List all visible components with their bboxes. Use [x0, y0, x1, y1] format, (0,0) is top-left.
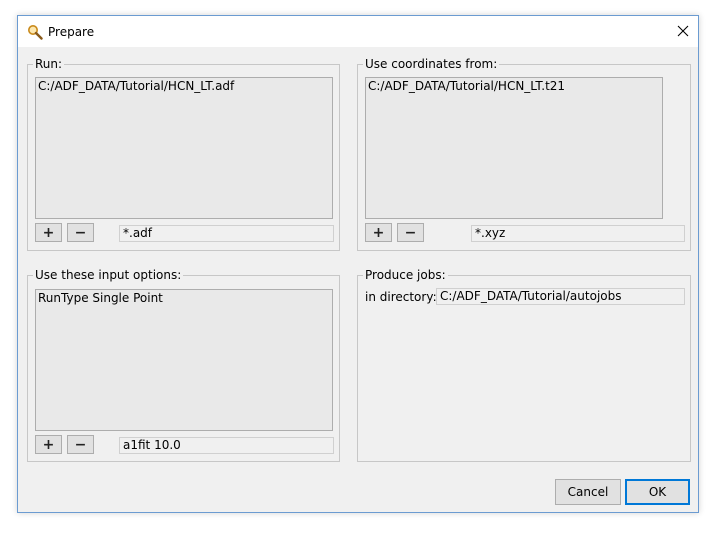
- coords-group: Use coordinates from: C:/ADF_DATA/Tutori…: [357, 57, 691, 251]
- close-button[interactable]: [668, 16, 698, 46]
- coords-filter-field[interactable]: *.xyz: [471, 225, 685, 242]
- options-entry-field[interactable]: a1fit 10.0: [119, 437, 334, 454]
- run-group: Run: C:/ADF_DATA/Tutorial/HCN_LT.adf + −…: [27, 57, 340, 251]
- run-filter-field[interactable]: *.adf: [119, 225, 334, 242]
- title-bar: Prepare: [18, 16, 698, 47]
- ok-button[interactable]: OK: [625, 479, 690, 505]
- coords-list[interactable]: C:/ADF_DATA/Tutorial/HCN_LT.t21: [365, 77, 663, 219]
- run-label: Run:: [33, 57, 65, 71]
- produce-group: Produce jobs: in directory: C:/ADF_DATA/…: [357, 268, 691, 462]
- run-remove-button[interactable]: −: [67, 223, 94, 242]
- options-label: Use these input options:: [33, 268, 184, 282]
- options-list[interactable]: RunType Single Point: [35, 289, 333, 431]
- options-remove-button[interactable]: −: [67, 435, 94, 454]
- coords-label: Use coordinates from:: [363, 57, 500, 71]
- list-item[interactable]: RunType Single Point: [38, 291, 330, 306]
- run-add-button[interactable]: +: [35, 223, 62, 242]
- directory-field[interactable]: C:/ADF_DATA/Tutorial/autojobs: [436, 288, 685, 305]
- produce-label: Produce jobs:: [363, 268, 448, 282]
- run-list[interactable]: C:/ADF_DATA/Tutorial/HCN_LT.adf: [35, 77, 333, 219]
- options-add-button[interactable]: +: [35, 435, 62, 454]
- coords-add-button[interactable]: +: [365, 223, 392, 242]
- window-title: Prepare: [48, 25, 95, 39]
- list-item[interactable]: C:/ADF_DATA/Tutorial/HCN_LT.t21: [368, 79, 660, 94]
- coords-remove-button[interactable]: −: [397, 223, 424, 242]
- prepare-dialog: Prepare Run: C:/ADF_DATA/Tutorial/HCN_LT…: [17, 15, 699, 513]
- options-group: Use these input options: RunType Single …: [27, 268, 340, 462]
- list-item[interactable]: C:/ADF_DATA/Tutorial/HCN_LT.adf: [38, 79, 330, 94]
- close-icon: [677, 25, 689, 37]
- directory-label: in directory:: [365, 290, 437, 304]
- magnifier-icon: [28, 25, 43, 40]
- cancel-button[interactable]: Cancel: [555, 479, 621, 505]
